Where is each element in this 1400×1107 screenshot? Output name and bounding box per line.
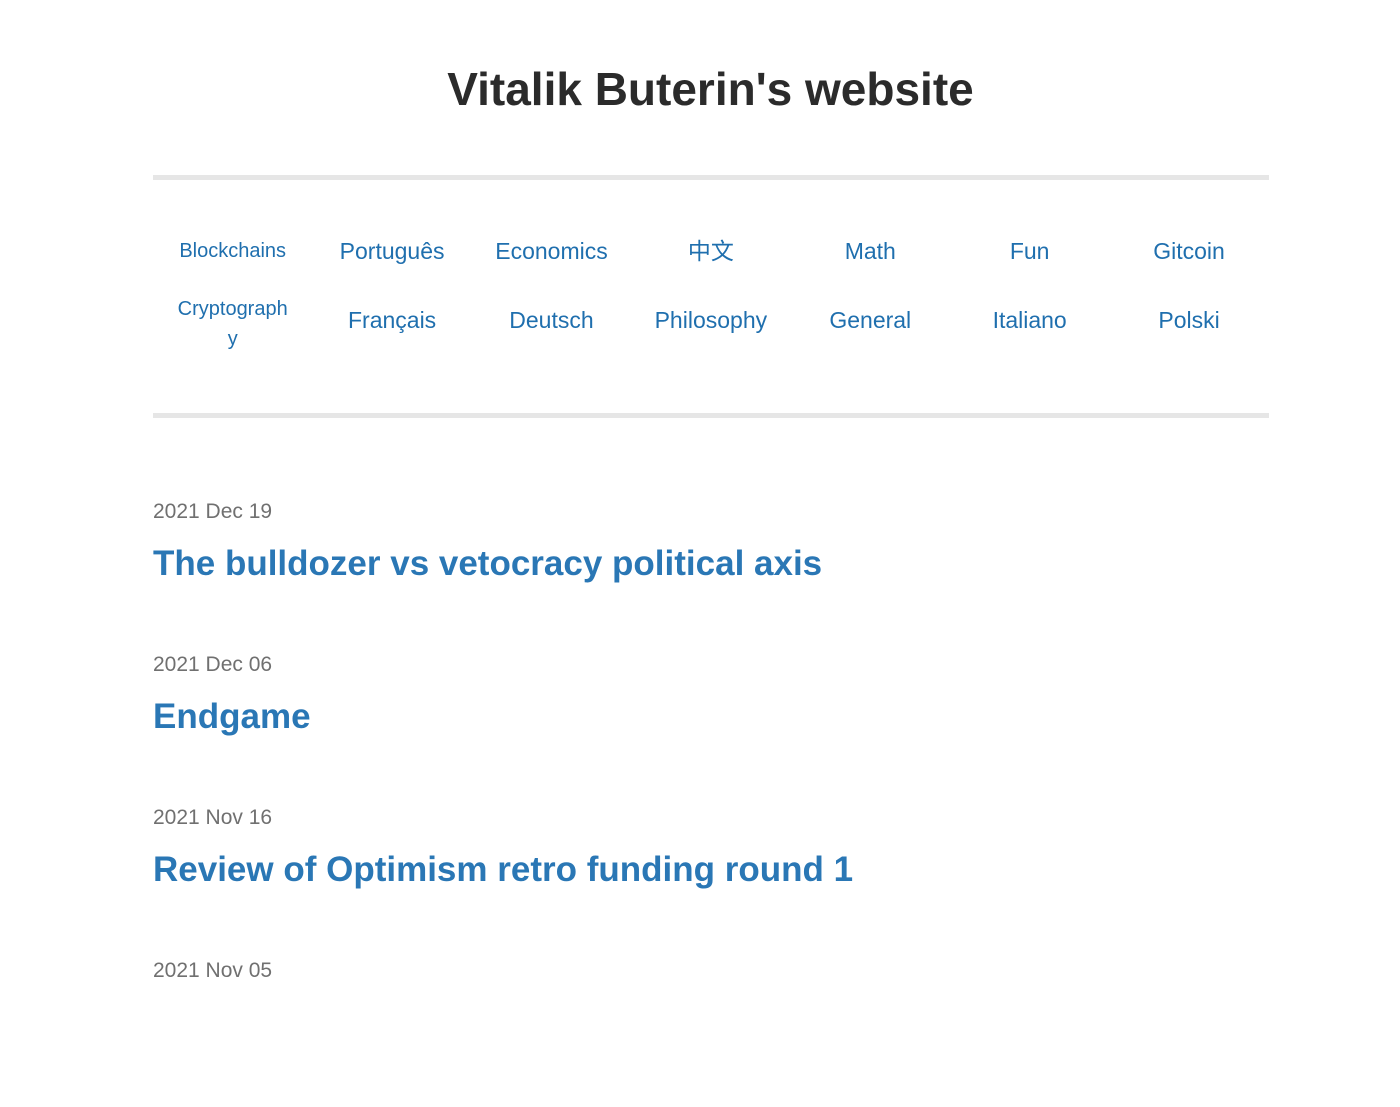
category-link-polski[interactable]: Polski — [1109, 290, 1268, 350]
site-title: Vitalik Buterin's website — [447, 63, 974, 115]
bottom-divider — [153, 413, 1269, 418]
category-link-portugues[interactable]: Português — [312, 220, 471, 282]
category-link-fun[interactable]: Fun — [950, 220, 1109, 282]
category-row: Blockchains Português Economics 中文 Math … — [153, 220, 1269, 282]
post-list: 2021 Dec 19 The bulldozer vs vetocracy p… — [153, 495, 1269, 1107]
post-item: 2021 Dec 19 The bulldozer vs vetocracy p… — [153, 495, 1269, 648]
category-link-italiano[interactable]: Italiano — [950, 290, 1109, 350]
page: Vitalik Buterin's website Blockchains Po… — [0, 0, 1400, 993]
category-link-deutsch[interactable]: Deutsch — [472, 290, 631, 350]
post-item: 2021 Nov 16 Review of Optimism retro fun… — [153, 801, 1269, 954]
category-link-gitcoin[interactable]: Gitcoin — [1109, 220, 1268, 282]
category-link-blockchains[interactable]: Blockchains — [153, 220, 312, 282]
post-item: 2021 Dec 06 Endgame — [153, 648, 1269, 801]
category-link-math[interactable]: Math — [791, 220, 950, 282]
category-link-general[interactable]: General — [791, 290, 950, 350]
post-title-link[interactable]: Endgame — [153, 688, 311, 746]
post-title-link[interactable]: Review of Optimism retro funding round 1 — [153, 841, 853, 899]
category-label: Cryptograph y — [177, 298, 288, 350]
top-divider — [153, 175, 1269, 180]
category-link-cryptography[interactable]: Cryptograph y — [153, 290, 312, 350]
post-title-link[interactable]: The bulldozer vs vetocracy political axi… — [153, 535, 822, 593]
category-nav: Blockchains Português Economics 中文 Math … — [153, 220, 1269, 350]
post-date: 2021 Nov 16 — [153, 806, 273, 829]
post-date: 2021 Dec 06 — [153, 653, 273, 676]
post-item: 2021 Nov 05 — [153, 954, 1269, 1107]
category-link-economics[interactable]: Economics — [472, 220, 631, 282]
category-link-francais[interactable]: Français — [312, 290, 471, 350]
category-link-philosophy[interactable]: Philosophy — [631, 290, 790, 350]
category-row: Cryptograph y Français Deutsch Philosophy… — [153, 290, 1269, 350]
category-link-chinese[interactable]: 中文 — [631, 220, 790, 282]
post-date: 2021 Nov 05 — [153, 959, 273, 982]
post-date: 2021 Dec 19 — [153, 500, 273, 523]
